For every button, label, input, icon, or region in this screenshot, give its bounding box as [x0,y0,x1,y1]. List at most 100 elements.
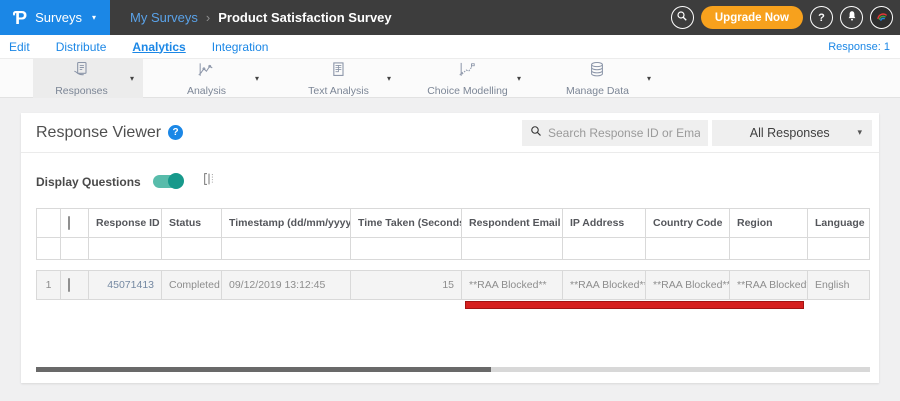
dropdown-selected-value: All Responses [749,125,830,140]
chevron-down-icon: ▾ [92,13,97,22]
toolbar-label: Responses [55,85,108,98]
row-select-cell [61,270,89,300]
filter-cell[interactable] [563,238,646,260]
help-button[interactable]: ? [810,6,833,29]
chevron-down-icon[interactable]: ▾ [130,74,143,83]
toggle-knob [167,173,184,189]
col-label: Status [169,217,202,229]
filter-cell [61,238,89,260]
responses-icon [71,60,91,85]
col-label: Country Code [653,217,723,229]
survey-nav: Edit Distribute Analytics Integration Re… [0,35,900,59]
col-timestamp[interactable]: Timestamp (dd/mm/yyyy)⇅ [222,208,351,238]
col-response-id[interactable]: Response ID▾ [89,208,162,238]
col-ip-address[interactable]: IP Address [563,208,646,238]
cell-timestamp: 09/12/2019 13:12:45 [222,270,351,300]
chevron-down-icon[interactable]: ▾ [647,74,660,83]
response-count: Response: 1 [828,40,890,53]
cell-language: English [808,270,870,300]
breadcrumb-separator: › [205,10,211,25]
filter-cell[interactable] [351,238,462,260]
col-status[interactable]: Status [162,208,222,238]
notifications-button[interactable] [840,6,863,29]
col-label: Language [815,217,865,229]
spacer-row [36,260,870,270]
display-questions-toggle[interactable] [152,173,184,189]
tab-integration[interactable]: Integration [212,40,269,54]
toolbar-item-responses[interactable]: Responses ▾ [33,59,143,98]
toolbar-analysis-main[interactable]: Analysis [158,60,255,97]
cell-respondent-email: **RAA Blocked** [462,270,563,300]
filter-cell[interactable] [462,238,563,260]
topbar: Ƥ Surveys ▾ My Surveys › Product Satisfa… [0,0,900,35]
scrollbar-thumb[interactable] [36,367,491,372]
search-input[interactable] [548,125,700,140]
search-icon [530,124,542,142]
col-language[interactable]: Language [808,208,870,238]
filter-cell[interactable] [730,238,808,260]
filter-cell[interactable] [222,238,351,260]
search-button[interactable] [670,6,694,29]
select-all-cell [61,208,89,238]
breadcrumb-my-surveys[interactable]: My Surveys [130,10,198,25]
col-time-taken[interactable]: Time Taken (Seconds)⇅ [351,208,462,238]
filter-cell[interactable] [646,238,730,260]
cell-response-id[interactable]: 45071413 [89,270,162,300]
product-switcher[interactable]: Ƥ Surveys ▾ [0,0,110,35]
col-label: Time Taken (Seconds) [358,217,462,229]
cell-country-code: **RAA Blocked** [646,270,730,300]
upgrade-now-button[interactable]: Upgrade Now [700,6,803,29]
row-number-header [36,208,61,238]
toolbar-item-text-analysis[interactable]: Text Analysis ▾ [290,59,400,98]
col-label: Respondent Email [469,217,561,229]
tab-distribute[interactable]: Distribute [56,40,107,54]
breadcrumb: My Surveys › Product Satisfaction Survey [130,10,392,25]
toolbar-item-analysis[interactable]: Analysis ▾ [158,59,268,98]
col-country-code[interactable]: Country Code [646,208,730,238]
table-controls: Display Questions [36,171,217,192]
filter-cell[interactable] [808,238,870,260]
col-region[interactable]: Region [730,208,808,238]
toolbar-item-manage-data[interactable]: Manage Data ▾ [548,59,660,98]
filter-cell[interactable] [89,238,162,260]
analysis-icon [196,60,216,85]
rainbow-logo-icon [875,9,889,26]
filter-cell[interactable] [162,238,222,260]
cell-time-taken: 15 [351,270,462,300]
col-respondent-email[interactable]: Respondent Email [462,208,563,238]
toolbar-text-analysis-main[interactable]: Text Analysis [290,60,387,97]
chevron-down-icon: ▾ [857,127,862,137]
topbar-actions: Upgrade Now ? [670,6,900,29]
display-questions-label: Display Questions [36,174,141,189]
questionpro-logo: Ƥ [13,7,28,28]
cell-status: Completed [162,270,222,300]
column-settings-button[interactable] [201,171,217,192]
chevron-down-icon[interactable]: ▾ [517,74,530,83]
row-number: 1 [36,270,61,300]
toolbar-label: Text Analysis [308,85,369,98]
toolbar-choice-modelling-main[interactable]: Choice Modelling [418,60,517,97]
toolbar-manage-data-main[interactable]: Manage Data [548,60,647,97]
response-search [522,119,708,146]
card-header: Response Viewer ? All Responses ▾ [21,113,879,153]
analytics-toolbar: Responses ▾ Analysis ▾ Text Analysis ▾ C… [0,59,900,98]
table-row[interactable]: 1 45071413 Completed 09/12/2019 13:12:45… [36,270,870,300]
horizontal-scrollbar[interactable] [36,367,870,372]
filter-row [36,238,870,260]
responses-filter-dropdown[interactable]: All Responses ▾ [712,119,872,146]
chevron-down-icon[interactable]: ▾ [387,74,400,83]
toolbar-item-choice-modelling[interactable]: Choice Modelling ▾ [418,59,530,98]
select-all-checkbox[interactable] [68,216,70,230]
chevron-down-icon[interactable]: ▾ [255,74,268,83]
tab-analytics[interactable]: Analytics [132,40,185,54]
toolbar-responses-main[interactable]: Responses [33,60,130,97]
account-avatar[interactable] [870,6,893,29]
help-icon[interactable]: ? [168,125,184,140]
toolbar-label: Manage Data [565,85,630,98]
response-id-link[interactable]: 45071413 [107,279,154,291]
question-icon: ? [818,11,825,24]
col-label: Response ID [96,217,160,229]
tab-edit[interactable]: Edit [9,40,30,54]
filter-cell [36,238,61,260]
row-checkbox[interactable] [68,278,70,292]
